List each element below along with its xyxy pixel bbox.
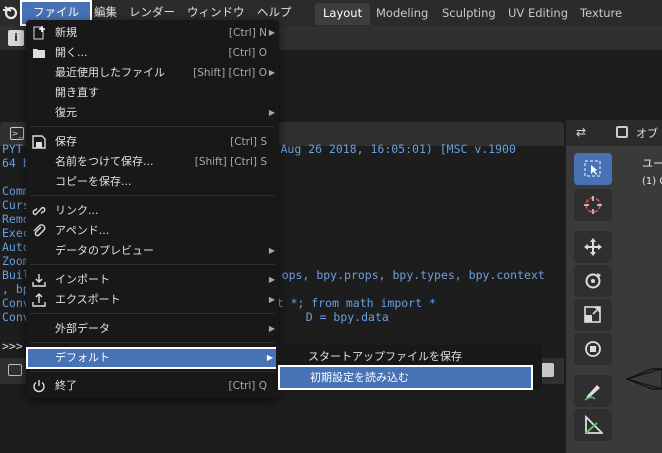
menu-item-external-data[interactable]: 外部データ ▶ <box>26 319 279 339</box>
submenu-arrow-icon: ▶ <box>268 28 275 37</box>
submenu-arrow-icon: ▶ <box>268 246 275 255</box>
submenu-arrow-icon: ▶ <box>268 68 275 77</box>
tab-uv-editing[interactable]: UV Editing <box>500 3 576 25</box>
menu-item-export[interactable]: エクスポート ▶ <box>26 290 279 310</box>
console-editor-icon[interactable]: >_ <box>10 127 24 140</box>
tab-modeling[interactable]: Modeling <box>368 3 436 25</box>
select-box-tool[interactable] <box>574 153 612 185</box>
menu-item-label: インポート <box>55 273 110 286</box>
import-icon <box>32 274 46 287</box>
save-startup-file-item[interactable]: スタートアップファイルを保存 <box>276 347 542 367</box>
object-mode-icon[interactable] <box>616 126 628 138</box>
link-icon <box>32 206 46 216</box>
viewport-transform-icon[interactable]: ⇄ <box>576 125 586 139</box>
cursor-icon <box>584 196 602 214</box>
new-file-icon <box>33 26 45 40</box>
menu-item-quit[interactable]: 終了 [Ctrl] Q <box>26 376 279 396</box>
menu-shortcut: [Ctrl] Q <box>228 380 267 392</box>
export-icon <box>32 293 46 307</box>
save-icon <box>32 135 46 149</box>
submenu-arrow-icon: ▶ <box>266 353 273 362</box>
load-factory-settings-item[interactable]: 初期設定を読み込む <box>278 365 533 390</box>
tab-sculpting[interactable]: Sculpting <box>434 3 504 25</box>
menu-item-open[interactable]: 開く... [Ctrl] O <box>26 43 279 63</box>
menu-item-label: 復元 <box>55 106 77 119</box>
menu-item-label: 保存 <box>55 135 77 148</box>
editor-type-icon[interactable] <box>8 364 22 376</box>
menu-separator <box>30 126 275 127</box>
menu-item-label: リンク... <box>55 204 99 217</box>
menu-separator <box>30 371 275 372</box>
annotate-icon <box>584 385 600 401</box>
annotate-tool[interactable] <box>574 375 612 407</box>
submenu-arrow-icon: ▶ <box>268 324 275 333</box>
console-prompt: >>> <box>2 339 23 353</box>
transform-icon <box>585 341 601 357</box>
menu-item-revert[interactable]: 開き直す <box>26 83 279 103</box>
collection-label: (1) C <box>642 176 662 187</box>
menu-item-save-as[interactable]: 名前をつけて保存... [Shift] [Ctrl] S <box>26 152 279 172</box>
menu-item-defaults[interactable]: デフォルト ▶ <box>26 347 279 369</box>
menu-item-label: 外部データ <box>55 322 110 335</box>
menu-item-save[interactable]: 保存 [Ctrl] S <box>26 132 279 152</box>
tab-texture-paint[interactable]: Texture Paint <box>572 3 662 40</box>
viewport-toolbar <box>572 153 614 453</box>
menu-item-label: 最近使用したファイル <box>55 66 165 79</box>
menu-item-label: 新規 <box>55 26 77 39</box>
transform-tool[interactable] <box>574 333 612 365</box>
blender-logo-icon[interactable] <box>2 2 18 22</box>
tab-layout[interactable]: Layout <box>315 3 371 25</box>
move-icon <box>584 238 602 256</box>
menu-separator <box>30 313 275 314</box>
move-tool[interactable] <box>574 231 612 263</box>
menu-item-label: 名前をつけて保存... <box>55 155 154 168</box>
submenu-arrow-icon: ▶ <box>268 295 275 304</box>
menu-item-open-recent[interactable]: 最近使用したファイル [Shift] [Ctrl] O ▶ <box>26 63 279 83</box>
menu-item-label: スタートアップファイルを保存 <box>308 350 462 363</box>
scale-icon <box>584 306 601 323</box>
menu-item-label: コピーを保存... <box>55 175 132 188</box>
menu-item-label: アペンド... <box>55 224 110 237</box>
object-mode-label[interactable]: オブ <box>636 125 658 141</box>
measure-icon <box>585 415 603 434</box>
measure-tool[interactable] <box>574 409 612 441</box>
menu-item-link[interactable]: リンク... <box>26 201 279 221</box>
view-name: ユー <box>642 157 662 170</box>
file-menu-dropdown: 新規 [Ctrl] N ▶ 開く... [Ctrl] O 最近使用したファイル … <box>26 20 279 398</box>
scale-tool[interactable] <box>574 299 612 331</box>
menu-separator <box>30 264 275 265</box>
menu-item-recover[interactable]: 復元 ▶ <box>26 103 279 123</box>
menu-item-label: デフォルト <box>55 351 110 364</box>
menu-item-label: 終了 <box>55 379 77 392</box>
menu-item-import[interactable]: インポート ▶ <box>26 270 279 290</box>
submenu-arrow-icon: ▶ <box>268 108 275 117</box>
rotate-tool[interactable] <box>574 265 612 297</box>
camera-object-icon[interactable] <box>626 366 662 392</box>
rotate-icon <box>585 273 601 289</box>
menu-item-label: エクスポート <box>55 293 121 306</box>
menu-shortcut: [Ctrl] N <box>228 27 267 39</box>
menu-item-label: 初期設定を読み込む <box>310 371 409 384</box>
menu-separator <box>30 195 275 196</box>
menu-item-label: データのプレビュー <box>55 244 154 257</box>
quit-icon <box>33 380 45 393</box>
menu-item-data-previews[interactable]: データのプレビュー ▶ <box>26 241 279 261</box>
menu-shortcut: [Shift] [Ctrl] S <box>194 156 267 168</box>
append-icon <box>33 224 46 237</box>
select-box-icon <box>584 160 601 177</box>
menu-shortcut: [Shift] [Ctrl] O <box>193 67 267 79</box>
cursor-tool[interactable] <box>574 189 612 221</box>
menu-shortcut: [Ctrl] O <box>228 47 267 59</box>
info-icon[interactable]: i <box>8 30 24 46</box>
menu-item-label: 開き直す <box>55 86 99 99</box>
menu-shortcut: [Ctrl] S <box>230 136 267 148</box>
menu-item-append[interactable]: アペンド... <box>26 221 279 241</box>
menu-separator <box>30 342 275 343</box>
menu-item-new[interactable]: 新規 [Ctrl] N ▶ <box>26 23 279 43</box>
menu-item-save-copy[interactable]: コピーを保存... <box>26 172 279 192</box>
open-folder-icon <box>33 49 45 58</box>
submenu-arrow-icon: ▶ <box>268 275 275 284</box>
menu-item-label: 開く... <box>55 46 88 59</box>
